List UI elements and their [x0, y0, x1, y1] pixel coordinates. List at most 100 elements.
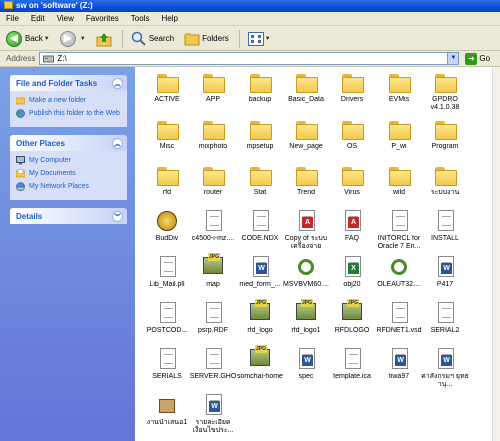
- menu-favorites[interactable]: Favorites: [86, 14, 119, 23]
- file-item[interactable]: mixphoto: [189, 117, 237, 161]
- place-my-network[interactable]: My Network Places: [16, 182, 122, 191]
- file-list: ACTIVE APP backup Basic_Data Drivers EVMis GPD…: [135, 67, 492, 441]
- menu-edit[interactable]: Edit: [31, 14, 45, 23]
- address-dropdown-icon[interactable]: ▼: [447, 53, 459, 64]
- jpg-image-icon: [292, 299, 320, 325]
- file-item[interactable]: Drivers: [328, 70, 376, 114]
- up-folder-button[interactable]: [96, 31, 112, 47]
- file-item-label: rfd_logo: [247, 327, 273, 334]
- menu-view[interactable]: View: [57, 14, 74, 23]
- file-item[interactable]: POSTCOD...: [143, 301, 191, 345]
- file-item[interactable]: Wmed_form_...: [236, 255, 284, 299]
- file-item[interactable]: Stat: [236, 163, 284, 207]
- document-icon: [153, 255, 181, 279]
- address-input[interactable]: Z:\ ▼: [39, 52, 460, 65]
- forward-button[interactable]: ▶ ▼: [59, 30, 86, 47]
- file-item-label: POSTCOD...: [146, 327, 188, 334]
- file-item[interactable]: SERIALS: [143, 347, 191, 391]
- file-item[interactable]: OS: [328, 117, 376, 161]
- jpg-image-icon: [199, 253, 227, 279]
- file-item[interactable]: Program: [421, 117, 469, 161]
- file-item[interactable]: c4500-i-mz....: [189, 209, 237, 253]
- file-item[interactable]: SERIAL2: [421, 301, 469, 345]
- file-item[interactable]: mpsetup: [236, 117, 284, 161]
- file-item[interactable]: rfd: [143, 163, 191, 207]
- file-item[interactable]: rfd_logo1: [282, 299, 330, 345]
- file-item[interactable]: BudDiv: [143, 209, 191, 253]
- file-item[interactable]: W รายละเอียด เงื่อนไขประ...: [189, 393, 237, 437]
- file-item[interactable]: psrp.RDF: [189, 301, 237, 345]
- file-item[interactable]: W P417: [421, 255, 469, 299]
- document-icon: [199, 347, 227, 371]
- file-item[interactable]: INSTALL: [421, 209, 469, 253]
- file-item[interactable]: OLEAUT32....: [375, 255, 423, 299]
- file-item[interactable]: New_page: [282, 117, 330, 161]
- file-item[interactable]: Trend: [282, 163, 330, 207]
- jpg-image-icon: [246, 299, 274, 325]
- toolbar-separator: [121, 29, 123, 48]
- file-item[interactable]: W ค่าสั่งกรมฯ ยุทธานุ...: [421, 347, 469, 391]
- file-item[interactable]: map: [189, 253, 237, 299]
- file-item[interactable]: CODE.NDX: [236, 209, 284, 253]
- file-item[interactable]: RFDLOGO: [328, 299, 376, 345]
- chevron-up-icon[interactable]: ︽: [112, 77, 123, 89]
- file-item[interactable]: GPDRO v4.1.0.38: [421, 70, 469, 114]
- search-button[interactable]: Search: [131, 31, 174, 47]
- file-item[interactable]: router: [189, 163, 237, 207]
- file-item[interactable]: A Copy of ระบบ เครื่องจ่าย: [282, 209, 330, 253]
- file-item[interactable]: RFDNET1.vsd: [375, 301, 423, 345]
- jpg-image-icon: [338, 299, 366, 325]
- file-item[interactable]: ACTIVE: [143, 70, 191, 114]
- chevron-down-icon[interactable]: ︾: [112, 210, 123, 222]
- menu-file[interactable]: File: [6, 14, 19, 23]
- file-item[interactable]: Wspec: [282, 347, 330, 391]
- details-header[interactable]: Details ︾: [10, 208, 127, 224]
- go-button[interactable]: ➜ Go: [465, 52, 490, 65]
- file-item[interactable]: somchai-home: [236, 345, 284, 391]
- pdf-file-icon: A: [338, 209, 366, 233]
- back-button[interactable]: ◀ Back ▼: [6, 30, 50, 47]
- place-my-documents[interactable]: My Documents: [16, 169, 122, 178]
- place-my-computer[interactable]: My Computer: [16, 156, 122, 165]
- folders-button[interactable]: Folders: [184, 31, 229, 47]
- file-item[interactable]: Xobj20: [328, 255, 376, 299]
- file-item[interactable]: wild: [375, 163, 423, 207]
- address-bar: Address Z:\ ▼ ➜ Go: [0, 51, 500, 67]
- file-tasks-header[interactable]: File and Folder Tasks ︽: [10, 75, 127, 91]
- file-item[interactable]: Lib_Mail.pll: [143, 255, 191, 299]
- file-item[interactable]: backup: [236, 70, 284, 114]
- file-item[interactable]: APP: [189, 70, 237, 114]
- file-item[interactable]: EVMis: [375, 70, 423, 114]
- excel-file-icon: X: [338, 255, 366, 279]
- file-item[interactable]: Wtiwa97: [375, 347, 423, 391]
- file-item[interactable]: template.ica: [328, 347, 376, 391]
- file-item-label: mixphoto: [198, 143, 228, 150]
- vertical-scrollbar[interactable]: [492, 67, 500, 441]
- file-item-label: EVMis: [388, 96, 410, 103]
- word-document-icon: W: [431, 255, 459, 279]
- file-item[interactable]: งานนำเสนอ1: [143, 393, 191, 437]
- file-item[interactable]: MSVBVM60....: [282, 255, 330, 299]
- menu-tools[interactable]: Tools: [131, 14, 150, 23]
- file-item[interactable]: Virus: [328, 163, 376, 207]
- file-item[interactable]: A FAQ: [328, 209, 376, 253]
- menu-bar: File Edit View Favorites Tools Help: [0, 12, 500, 26]
- file-item-label: FAQ: [344, 235, 359, 242]
- views-button[interactable]: ▼: [247, 31, 271, 46]
- file-item[interactable]: Misc: [143, 117, 191, 161]
- menu-help[interactable]: Help: [161, 14, 177, 23]
- task-publish-web[interactable]: Publish this folder to the Web: [16, 109, 122, 118]
- other-places-header[interactable]: Other Places ︽: [10, 135, 127, 151]
- chevron-up-icon[interactable]: ︽: [112, 137, 123, 149]
- folder-icon: [292, 163, 320, 187]
- task-make-new-folder[interactable]: Make a new folder: [16, 96, 122, 105]
- file-item[interactable]: ระบบงาน: [421, 163, 469, 207]
- file-item[interactable]: SERVER.GHO: [189, 347, 237, 391]
- file-item[interactable]: rfd_logo: [236, 299, 284, 345]
- folder-icon: [385, 117, 413, 141]
- file-item[interactable]: Basic_Data: [282, 70, 330, 114]
- file-item-label: APP: [205, 96, 220, 103]
- file-item[interactable]: INITORCL for Oracle 7 En...: [375, 209, 423, 253]
- folder-icon: [4, 1, 13, 9]
- file-item[interactable]: P_wi: [375, 117, 423, 161]
